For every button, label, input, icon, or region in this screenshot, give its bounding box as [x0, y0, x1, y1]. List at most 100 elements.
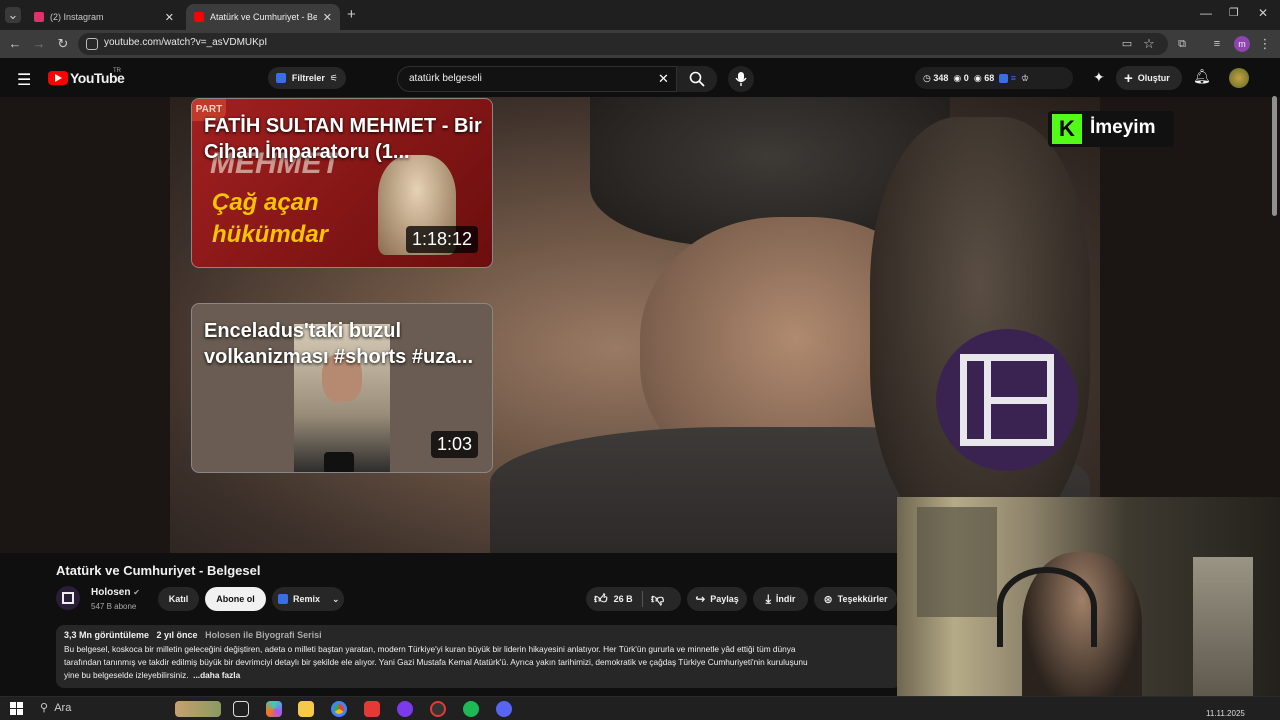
chrome-icon[interactable] [331, 701, 347, 717]
new-tab-button[interactable]: + [347, 6, 356, 23]
filters-label: Filtreler [291, 73, 325, 83]
task-view-icon[interactable] [233, 701, 249, 717]
like-count[interactable]: 26 B [614, 594, 633, 604]
voice-search-button[interactable] [728, 66, 754, 92]
channel-emblem-icon [936, 329, 1078, 471]
share-button[interactable]: ↪ Paylaş [687, 587, 747, 611]
remix-label: Remix [293, 594, 321, 604]
create-button[interactable]: + Oluştur [1116, 66, 1182, 90]
description-line: tarafından tanınmış ve takdir edilmiş bü… [64, 657, 808, 667]
reload-icon[interactable]: ↻ [55, 36, 71, 52]
tab-search-button[interactable]: ⌄ [5, 7, 21, 23]
windows-start-icon[interactable] [10, 702, 23, 715]
list-icon[interactable]: ≡ [1011, 73, 1016, 83]
notifications-bell-icon[interactable]: 🔔︎ [1193, 68, 1211, 85]
kick-watermark: K İmeyim [1048, 111, 1174, 147]
thanks-label: Teşekkürler [837, 594, 888, 604]
forward-icon[interactable]: → [31, 36, 47, 52]
file-explorer-icon[interactable] [298, 701, 314, 717]
spotify-icon[interactable] [463, 701, 479, 717]
windows-taskbar: ⚲ Ara 11.11.2025 [0, 696, 1280, 720]
end-screen-video-card[interactable]: Enceladus'taki buzul volkanizması #short… [191, 303, 493, 473]
tab-title: Atatürk ve Cumhuriyet - Belgesel [210, 12, 317, 22]
youtube-icon [194, 12, 204, 22]
search-button[interactable] [676, 66, 717, 92]
discord-icon[interactable] [496, 701, 512, 717]
minimize-button[interactable]: — [1200, 6, 1212, 20]
channel-name[interactable]: Holosen ✔ [91, 587, 140, 598]
profile-avatar[interactable]: m [1234, 36, 1250, 52]
create-label: Oluştur [1137, 73, 1170, 83]
gemini-sparkle-icon[interactable]: ✦ [1093, 69, 1105, 86]
close-icon[interactable]: ✕ [323, 11, 332, 24]
like-dislike-group: 👍︎ 26 B 👎︎ [586, 587, 681, 611]
clear-search-icon[interactable]: ✕ [658, 71, 669, 87]
video-player[interactable]: K İmeyim PART MEHMET Çağ açan hükümdar F… [0, 97, 1280, 553]
microphone-icon [735, 72, 747, 86]
divider [642, 591, 643, 607]
thumb-text: Çağ açan [212, 189, 319, 216]
taskbar-date: 11.11.2025 [1206, 709, 1245, 718]
description-box[interactable]: 3,3 Mn görüntüleme 2 yıl önce Holosen il… [56, 625, 901, 688]
background-figures [870, 117, 1090, 537]
subscriber-count: 547 B abone [91, 602, 137, 611]
end-screen-video-card[interactable]: PART MEHMET Çağ açan hükümdar FATİH SULT… [191, 98, 493, 268]
widgets-icon[interactable] [175, 701, 221, 717]
channel-avatar[interactable] [56, 586, 80, 610]
ext-icon[interactable] [999, 73, 1009, 83]
filters-button[interactable]: Filtreler ⚟ [268, 67, 346, 89]
window-close-button[interactable]: ✕ [1258, 6, 1268, 20]
trophy-icon[interactable]: ♔ [1021, 73, 1029, 84]
stat-a: 0 [963, 73, 969, 83]
thumb-text: hükümdar [212, 221, 329, 248]
bookmark-star-icon[interactable]: ☆ [1141, 36, 1157, 52]
url-text: youtube.com/watch?v=_asVDMUKpI [104, 37, 268, 48]
page-scrollbar[interactable] [1272, 96, 1277, 216]
cast-icon[interactable]: ▭ [1119, 36, 1135, 52]
shelf [1193, 557, 1253, 707]
card-duration: 1:03 [430, 431, 478, 458]
menu-icon[interactable]: ⋮ [1257, 36, 1273, 52]
youtube-logo-icon[interactable] [48, 71, 68, 85]
app-icon[interactable] [364, 701, 380, 717]
headphones [997, 567, 1097, 647]
download-button[interactable]: ⤓ İndir [753, 587, 808, 611]
tab-youtube[interactable]: Atatürk ve Cumhuriyet - Belgesel ✕ [186, 4, 340, 30]
sliders-icon: ⚟ [329, 72, 338, 83]
app-icon[interactable] [430, 701, 446, 717]
close-icon[interactable]: ✕ [165, 11, 174, 24]
show-more-link[interactable]: ...daha fazla [193, 670, 240, 680]
download-label: İndir [775, 594, 796, 604]
hamburger-icon[interactable]: ☰ [17, 70, 31, 90]
taskbar-search[interactable]: ⚲ Ara [40, 701, 71, 714]
series-link[interactable]: Holosen ile Biyografi Serisi [205, 630, 322, 640]
share-icon: ↪ [695, 592, 706, 606]
subscribe-button[interactable]: Abone ol [205, 587, 266, 611]
clock-icon: ◷ [923, 72, 931, 83]
filter-ext-icon [276, 73, 286, 83]
app-icon[interactable] [397, 701, 413, 717]
copilot-icon[interactable] [266, 701, 282, 717]
join-button[interactable]: Katıl [158, 587, 199, 611]
search-icon [689, 71, 705, 87]
search-input[interactable]: atatürk belgeseli ✕ [397, 66, 717, 92]
card-duration: 1:18:12 [405, 226, 478, 253]
restore-button[interactable]: ❐ [1229, 6, 1239, 19]
description-text: yine bu belgeselde izleyebilirsiniz. [64, 670, 189, 680]
dislike-icon[interactable]: 👎︎ [651, 591, 664, 607]
like-icon[interactable]: 👍︎ [594, 591, 608, 607]
reading-list-icon[interactable]: ≡ [1209, 36, 1225, 52]
tab-instagram[interactable]: (2) Instagram ✕ [26, 4, 182, 30]
verified-icon: ✔ [133, 588, 140, 597]
upload-date: 2 yıl önce [156, 630, 198, 640]
share-label: Paylaş [710, 594, 739, 604]
card-title: Enceladus'taki buzul volkanizması #short… [204, 320, 473, 368]
search-icon: ⚲ [40, 702, 49, 714]
channel-avatar[interactable] [1229, 68, 1249, 88]
remix-button[interactable]: Remix ⌄ [272, 587, 344, 611]
extensions-icon[interactable]: ⧉ [1174, 36, 1190, 52]
site-info-icon[interactable] [86, 38, 98, 50]
thanks-icon: ⊛ [823, 593, 833, 606]
back-icon[interactable]: ← [7, 36, 23, 52]
thanks-button[interactable]: ⊛ Teşekkürler [814, 587, 897, 611]
